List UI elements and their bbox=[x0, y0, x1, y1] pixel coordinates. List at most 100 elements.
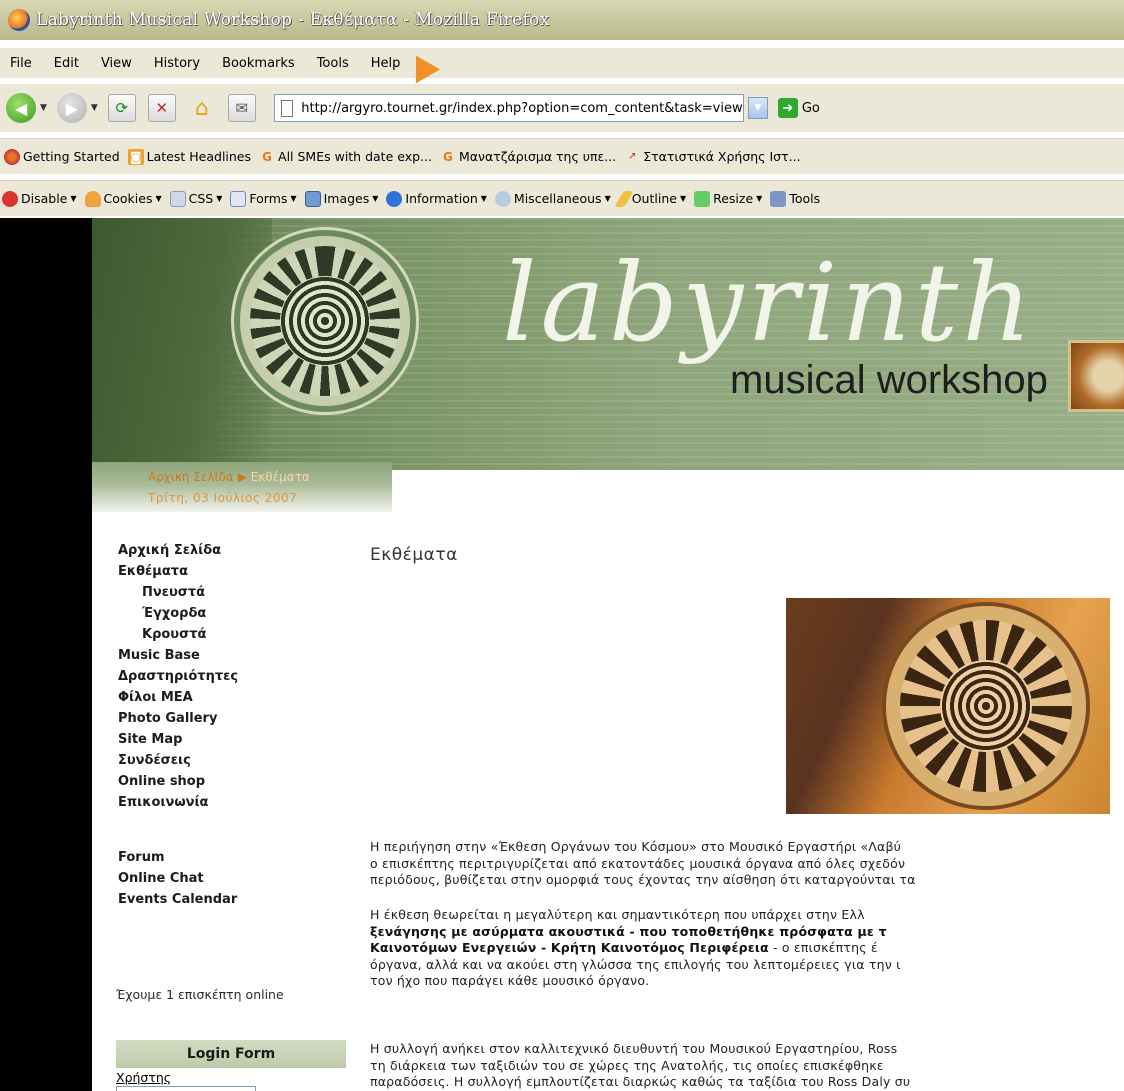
menu-item-music-base[interactable]: Music Base bbox=[118, 645, 348, 666]
css-icon bbox=[169, 190, 186, 207]
paragraph-intro: Η περιήγηση στην «Έκθεση Οργάνων του Κόσ… bbox=[370, 839, 1124, 889]
window-titlebar: Labyrinth Musical Workshop - Εκθέματα - … bbox=[0, 0, 1124, 40]
mail-button[interactable]: ✉ bbox=[227, 94, 256, 122]
menu-gap bbox=[118, 813, 348, 847]
wd-information[interactable]: Information ▼ bbox=[386, 190, 487, 207]
menu-item-links[interactable]: Συνδέσεις bbox=[118, 750, 348, 771]
wd-css[interactable]: CSS ▼ bbox=[169, 190, 223, 207]
google-analytics-icon: G bbox=[262, 149, 272, 164]
go-button[interactable]: ➜ Go bbox=[777, 98, 820, 118]
menu-item-activities[interactable]: Δραστηριότητες bbox=[118, 666, 348, 687]
chevron-down-icon: ▼ bbox=[372, 194, 379, 203]
navigation-toolbar: ◀ ▼ ▶ ▼ ⟳ ✕ ⌂ ✉ http://argyro.tournet.gr… bbox=[0, 84, 1124, 132]
page-title: Εκθέματα bbox=[370, 545, 458, 565]
wd-label: Cookies bbox=[103, 191, 153, 206]
menu-view[interactable]: View bbox=[101, 56, 132, 71]
menu-item-strings[interactable]: Έγχορδα bbox=[118, 603, 348, 624]
back-history-dropdown-icon[interactable]: ▼ bbox=[40, 103, 47, 113]
username-input[interactable] bbox=[116, 1086, 256, 1091]
site-tagline: musical workshop bbox=[730, 358, 1048, 402]
wd-forms[interactable]: Forms ▼ bbox=[230, 190, 297, 207]
chevron-down-icon: ▼ bbox=[155, 194, 162, 203]
reload-button[interactable]: ⟳ bbox=[107, 94, 136, 122]
firefox-logo-icon bbox=[8, 9, 30, 31]
paragraph-exhibition: Η έκθεση θεωρείται η μεγαλύτερη και σημα… bbox=[370, 907, 1124, 990]
paragraph-line: - ο επισκέπτης έ bbox=[768, 940, 878, 955]
bookmark-marketing[interactable]: G Μανατζάρισμα της υπε... bbox=[440, 149, 616, 165]
bookmark-latest-headlines[interactable]: ◙ Latest Headlines bbox=[127, 148, 252, 165]
menu-item-exhibits[interactable]: Εκθέματα bbox=[118, 561, 348, 582]
paragraph-line: τη διάρκεια των ταξιδιών του σε χώρες τη… bbox=[370, 1057, 884, 1073]
url-history-dropdown-icon[interactable]: ▼ bbox=[747, 97, 768, 119]
forward-button[interactable]: ▶ bbox=[56, 93, 87, 123]
bookmark-getting-started[interactable]: Getting Started bbox=[4, 148, 120, 165]
paragraph-line: Η έκθεση θεωρείται η μεγαλύτερη και σημα… bbox=[370, 907, 865, 922]
wd-label: Information bbox=[405, 191, 478, 206]
site-banner: labyrinth musical workshop bbox=[92, 218, 1124, 470]
menu-item-friends[interactable]: Φίλοι ΜΕΑ bbox=[118, 687, 348, 708]
menu-item-online-chat[interactable]: Online Chat bbox=[118, 868, 348, 889]
paragraph-line: ο επισκέπτης περιτριγυρίζεται από εκατον… bbox=[370, 855, 906, 871]
go-label: Go bbox=[801, 100, 820, 116]
exhibit-photo bbox=[786, 598, 1110, 814]
menu-edit[interactable]: Edit bbox=[54, 56, 79, 71]
wd-miscellaneous[interactable]: Miscellaneous ▼ bbox=[494, 190, 611, 207]
breadcrumb: Αρχική Σελίδα ▶ Εκθέματα bbox=[148, 470, 310, 484]
menu-history[interactable]: History bbox=[154, 56, 200, 71]
menu-bookmarks[interactable]: Bookmarks bbox=[222, 56, 295, 71]
menu-item-home[interactable]: Αρχική Σελίδα bbox=[118, 540, 348, 561]
paragraph-line: Η περιήγηση στην «Έκθεση Οργάνων του Κόσ… bbox=[370, 839, 902, 854]
bookmark-label: Στατιστικά Χρήσης Ιστ... bbox=[643, 149, 801, 164]
paragraph-collection: Η συλλογή ανήκει στον καλλιτεχνικό διευθ… bbox=[370, 1041, 1124, 1091]
paragraph-line: τον ήχο που παράγει κάθε μουσικό όργανο. bbox=[370, 973, 650, 988]
tools-icon bbox=[770, 190, 787, 207]
forward-history-dropdown-icon[interactable]: ▼ bbox=[91, 103, 98, 113]
bookmark-all-smes[interactable]: G All SMEs with date exp... bbox=[259, 149, 432, 165]
menu-item-wind[interactable]: Πνευστά bbox=[118, 582, 348, 603]
wd-label: Miscellaneous bbox=[513, 191, 602, 206]
chevron-down-icon: ▼ bbox=[679, 194, 687, 203]
menu-item-events-calendar[interactable]: Events Calendar bbox=[118, 889, 348, 910]
page-left-margin bbox=[0, 218, 92, 1091]
breadcrumb-current: Εκθέματα bbox=[250, 470, 310, 484]
banner-thumbnail-image bbox=[1068, 340, 1124, 412]
wd-resize[interactable]: Resize ▼ bbox=[694, 190, 762, 207]
menu-tools[interactable]: Tools bbox=[317, 56, 349, 71]
menu-item-site-map[interactable]: Site Map bbox=[118, 729, 348, 750]
back-button[interactable]: ◀ bbox=[6, 93, 36, 123]
home-button[interactable]: ⌂ bbox=[188, 94, 216, 122]
paragraph-line: Η συλλογή ανήκει στον καλλιτεχνικό διευθ… bbox=[370, 1041, 898, 1056]
wd-images[interactable]: Images ▼ bbox=[304, 190, 379, 207]
bookmark-statistics[interactable]: ↗ Στατιστικά Χρήσης Ιστ... bbox=[624, 149, 801, 165]
breadcrumb-home[interactable]: Αρχική Σελίδα bbox=[148, 470, 234, 484]
wd-disable[interactable]: Disable ▼ bbox=[2, 190, 77, 207]
chevron-down-icon: ▼ bbox=[604, 194, 611, 203]
wd-outline[interactable]: Outline ▼ bbox=[614, 190, 687, 207]
wd-cookies[interactable]: Cookies ▼ bbox=[84, 190, 162, 207]
photo-rosette bbox=[886, 606, 1086, 806]
wd-label: CSS bbox=[188, 191, 214, 206]
wd-label: Tools bbox=[789, 191, 821, 206]
url-text[interactable]: http://argyro.tournet.gr/index.php?optio… bbox=[301, 101, 743, 116]
bookmark-label: Latest Headlines bbox=[146, 149, 252, 164]
menu-item-percussion[interactable]: Κρουστά bbox=[118, 624, 348, 645]
menu-item-photo-gallery[interactable]: Photo Gallery bbox=[118, 708, 348, 729]
wd-tools[interactable]: Tools bbox=[770, 190, 821, 207]
menu-item-forum[interactable]: Forum bbox=[118, 847, 348, 868]
site-logo-text: labyrinth bbox=[502, 241, 1036, 366]
firefox-icon bbox=[4, 148, 20, 165]
google-analytics-icon: G bbox=[443, 149, 453, 164]
disable-icon bbox=[2, 190, 18, 207]
address-bar[interactable]: http://argyro.tournet.gr/index.php?optio… bbox=[273, 94, 744, 122]
wd-label: Resize bbox=[713, 191, 754, 206]
menu-bar: File Edit View History Bookmarks Tools H… bbox=[0, 48, 1124, 78]
bookmark-label: All SMEs with date exp... bbox=[278, 149, 432, 164]
visitors-online: Έχουμε 1 επισκέπτη online bbox=[116, 987, 284, 1002]
paragraph-line: όργανα, αλλά και να ακούει στη γλώσσα τη… bbox=[370, 956, 901, 972]
menu-item-contact[interactable]: Επικοινωνία bbox=[118, 792, 348, 813]
menu-item-online-shop[interactable]: Online shop bbox=[118, 771, 348, 792]
chevron-down-icon: ▼ bbox=[216, 194, 223, 203]
menu-help[interactable]: Help bbox=[371, 56, 401, 71]
stop-button[interactable]: ✕ bbox=[147, 94, 176, 122]
menu-file[interactable]: File bbox=[10, 56, 32, 71]
